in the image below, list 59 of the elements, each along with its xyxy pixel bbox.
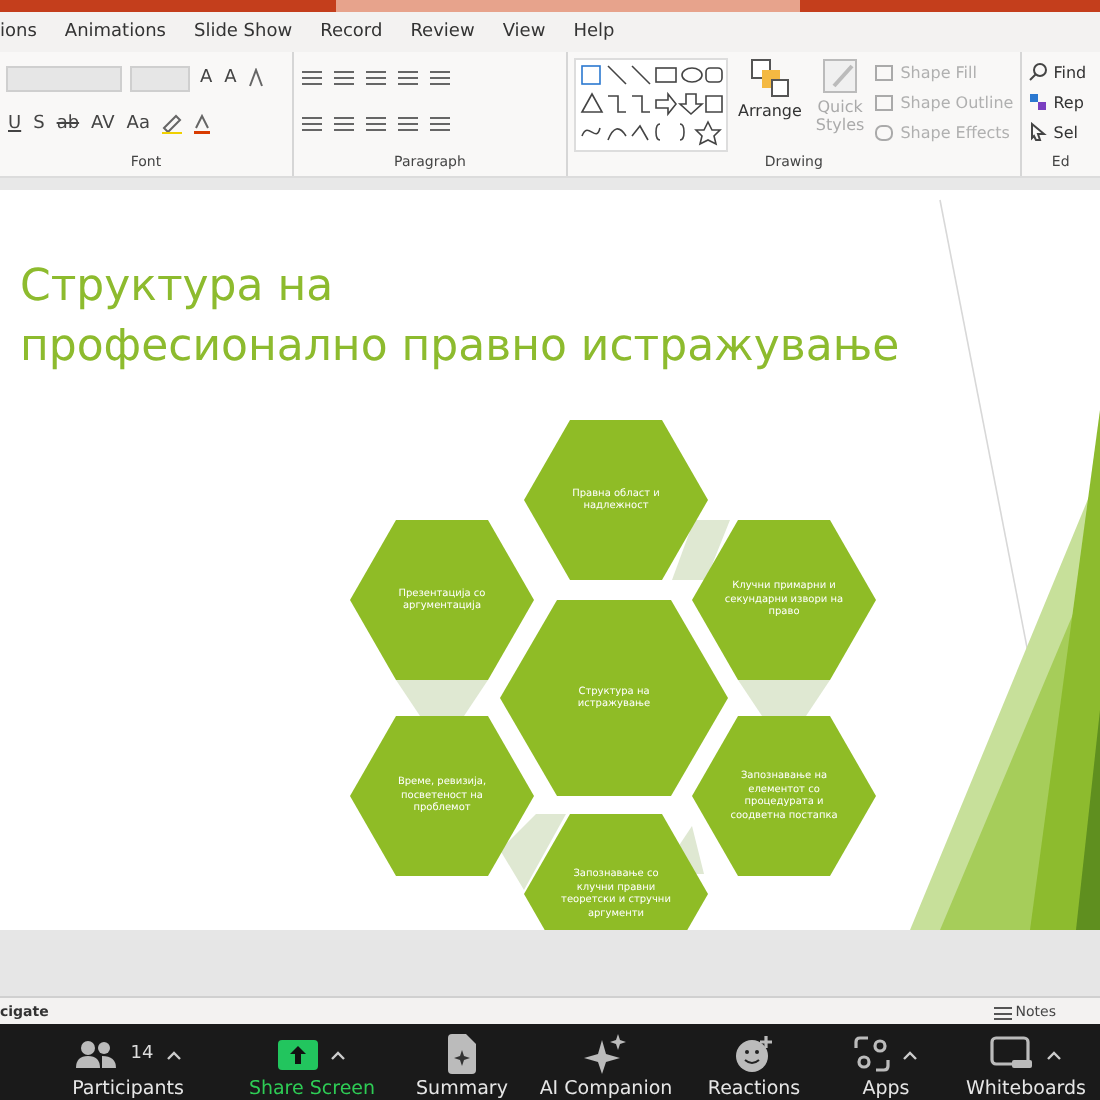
toolbar-button[interactable]: Reactions — [707, 1078, 801, 1100]
decrease-indent-icon[interactable] — [363, 68, 388, 88]
menu-tab[interactable]: ions — [0, 22, 51, 42]
slide-title: Структура на професионално правно истражување — [20, 260, 900, 376]
bullets-icon[interactable] — [299, 68, 324, 88]
connector-shape — [500, 814, 566, 890]
font-style-button[interactable]: ab — [54, 114, 82, 134]
increase-indent-icon[interactable] — [395, 68, 420, 88]
font-size-field[interactable] — [130, 65, 190, 91]
font-size-button[interactable]: A — [222, 68, 239, 88]
menu-tab[interactable]: Slide Show — [179, 22, 307, 42]
toolbar-button[interactable]: Share Screen — [248, 1078, 376, 1100]
align-right-icon[interactable] — [363, 114, 388, 134]
caret-icon[interactable] — [165, 1049, 182, 1059]
people-icon[interactable] — [74, 1038, 119, 1070]
font-color-icon[interactable] — [191, 114, 212, 134]
toolbar-button[interactable]: AI Companion — [539, 1078, 673, 1100]
search-icon[interactable] — [1027, 62, 1048, 82]
align-left-icon[interactable] — [299, 114, 324, 134]
highlighter-icon[interactable] — [159, 114, 184, 134]
smiley-icon[interactable] — [734, 1034, 774, 1074]
notes-icon[interactable] — [993, 1003, 1012, 1019]
menu-tab[interactable]: Record — [306, 22, 397, 42]
arrange-button[interactable]: Arrange — [734, 58, 806, 154]
font-style-button[interactable]: Aa — [124, 114, 152, 134]
font-style-button[interactable]: S — [31, 114, 47, 134]
toolbar-button[interactable]: Participants — [72, 1078, 184, 1100]
sparkle-icon[interactable] — [584, 1034, 628, 1074]
toolbar-button[interactable]: Summary — [416, 1078, 508, 1100]
document-icon[interactable] — [446, 1034, 478, 1074]
columns-icon[interactable] — [427, 114, 452, 134]
connector-shape — [672, 520, 730, 580]
font-style-button[interactable]: U — [6, 114, 24, 134]
pointer-icon[interactable] — [1027, 122, 1048, 142]
menu-tab[interactable]: Help — [559, 22, 629, 42]
replace-icon[interactable] — [1027, 92, 1048, 112]
menu-tab[interactable]: Animations — [50, 22, 180, 42]
editing-button[interactable]: Find — [1027, 58, 1087, 86]
toolbar-button[interactable]: Apps — [862, 1078, 910, 1100]
numbering-icon[interactable] — [331, 68, 356, 88]
menu-tab[interactable]: Review — [396, 22, 489, 42]
apps-icon[interactable] — [854, 1036, 890, 1072]
shape-gallery-drawing[interactable] — [574, 58, 729, 152]
caret-icon[interactable] — [1046, 1049, 1062, 1059]
menu-tab[interactable]: View — [488, 22, 560, 42]
font-size-button[interactable]: A — [198, 68, 215, 88]
caret-icon[interactable] — [330, 1049, 346, 1059]
line-spacing-icon[interactable] — [427, 68, 452, 88]
caret-icon[interactable] — [902, 1049, 918, 1059]
editing-button[interactable]: Sel — [1027, 118, 1087, 146]
participant-count: 14 — [130, 1044, 154, 1064]
whiteboard-icon[interactable] — [990, 1036, 1034, 1072]
align-center-icon[interactable] — [331, 114, 356, 134]
toolbar-button[interactable]: Whiteboards — [965, 1078, 1086, 1100]
justify-icon[interactable] — [395, 114, 420, 134]
arrange-icon[interactable] — [749, 58, 790, 98]
font-style-button[interactable]: AV — [89, 114, 117, 134]
editing-button[interactable]: Rep — [1027, 88, 1087, 116]
font-name-field[interactable] — [6, 65, 122, 91]
